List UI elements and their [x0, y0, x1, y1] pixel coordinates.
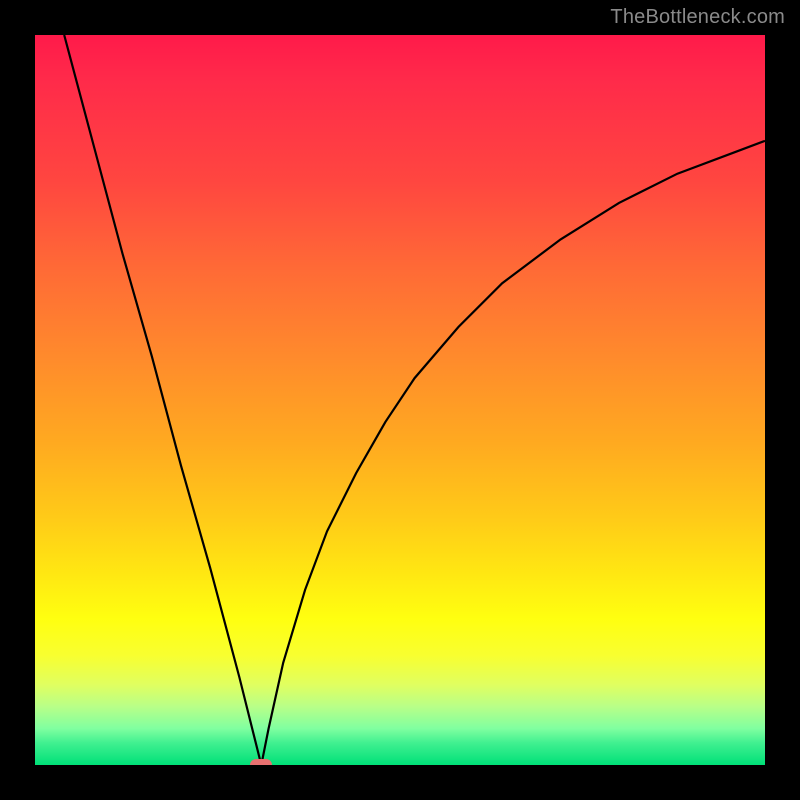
curve-svg — [35, 35, 765, 765]
watermark-text: TheBottleneck.com — [610, 6, 785, 29]
chart-container: TheBottleneck.com — [0, 0, 800, 800]
curve-right-branch — [261, 141, 765, 765]
plot-area — [35, 35, 765, 765]
curve-left-branch — [64, 35, 261, 765]
minimum-marker — [250, 759, 272, 765]
